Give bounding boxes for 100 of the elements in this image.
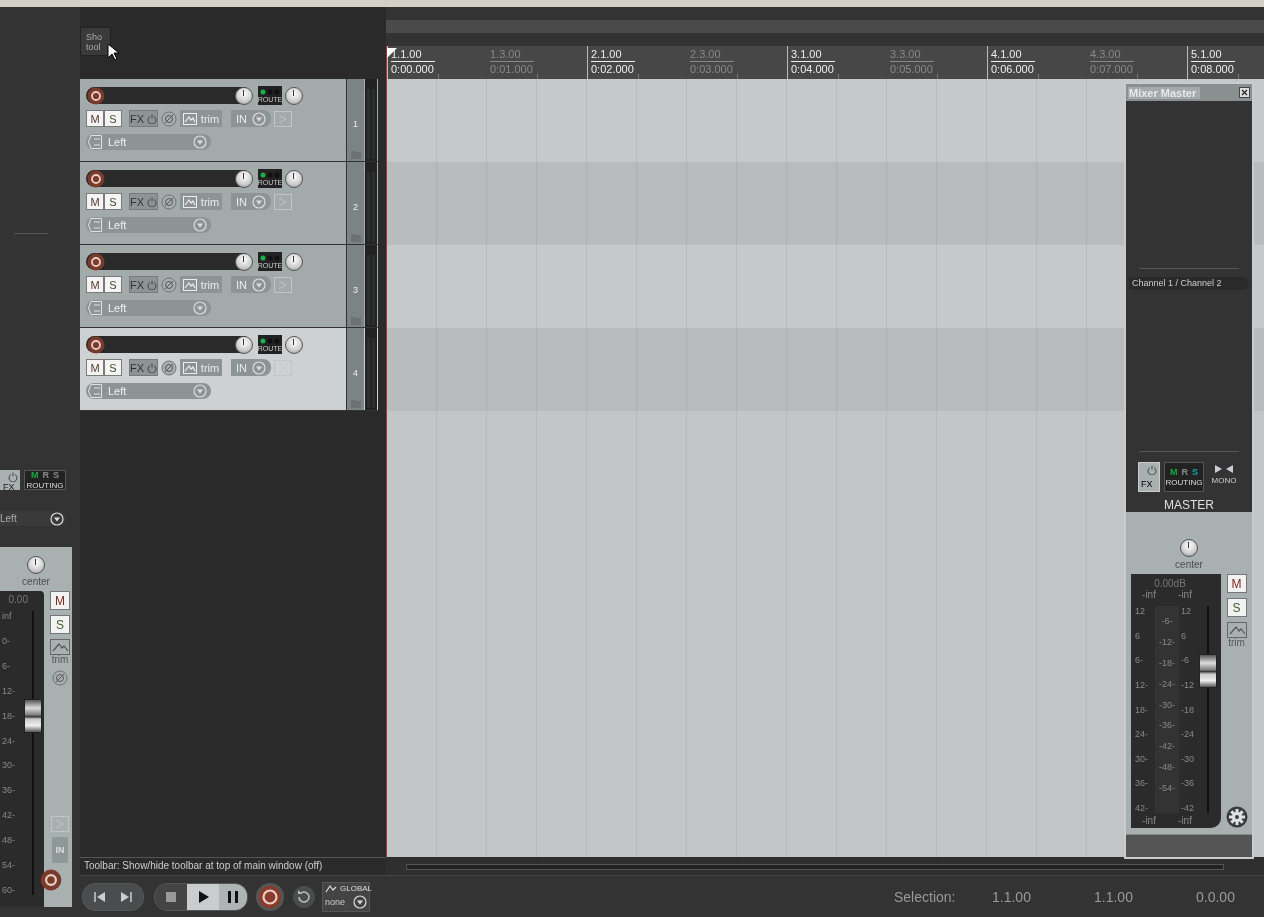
volume-knob[interactable]	[235, 169, 253, 188]
fader-thumb[interactable]	[1199, 654, 1217, 689]
channel-label: Left	[0, 513, 17, 524]
solo-button[interactable]: S	[50, 615, 70, 634]
play-icon[interactable]	[187, 883, 219, 910]
track-name: MASTER	[1164, 498, 1214, 512]
envelope-icon[interactable]	[50, 639, 70, 655]
timeline-ruler[interactable]: 1.1.00 0:00.000 1.3.00 0:01.000 2.1.00 0:02.000 2.3.00 0:03.000 3.1.00 0:04.000 3.3.00 0:05.000 4.1.00 0:06.000 4.3.00 0:07.000 5.1.00 0:08.000	[386, 46, 1264, 79]
mute-button[interactable]: M	[50, 591, 70, 610]
meter-scale-label: -24-	[1159, 678, 1175, 689]
caret-icon	[252, 360, 266, 375]
record-button[interactable]	[254, 881, 286, 912]
envelope-icon	[182, 278, 197, 291]
phase-icon[interactable]	[161, 193, 177, 210]
phase-icon[interactable]	[161, 276, 177, 293]
record-arm-button[interactable]	[40, 869, 62, 891]
caret-icon	[353, 894, 367, 909]
bar-label: 5.1.00	[1191, 48, 1235, 62]
routing-button[interactable]: M R S ROUTING	[24, 470, 66, 490]
tooltip: Sho tool	[80, 27, 111, 56]
stop-icon[interactable]	[155, 883, 187, 910]
power-icon	[1147, 465, 1157, 475]
solo-button[interactable]: S	[1226, 598, 1247, 617]
time-label: 0:01.000	[490, 62, 534, 76]
bar-label: 1.3.00	[490, 48, 534, 62]
channel-field[interactable]: Channel 1 / Channel 2	[1129, 277, 1249, 291]
volume-readout: 0.00	[7, 593, 29, 605]
record-arm-button[interactable]	[87, 86, 105, 105]
record-arm-button[interactable]	[87, 169, 105, 188]
time-label: 0:08.000	[1191, 62, 1235, 76]
phase-icon[interactable]	[161, 110, 177, 127]
marker-lane[interactable]	[386, 20, 1264, 33]
repeat-icon[interactable]	[292, 884, 316, 909]
horizontal-scrollbar[interactable]	[386, 857, 1264, 875]
solo-button[interactable]: S	[104, 359, 122, 376]
automation-mode-box[interactable]: GLOBAL none	[322, 881, 370, 912]
bar-label: 4.3.00	[1090, 48, 1134, 62]
fx-button[interactable]: FX	[1138, 462, 1160, 492]
mute-button[interactable]: M	[86, 359, 104, 376]
solo-button[interactable]: S	[104, 193, 122, 210]
mute-button[interactable]: M	[1226, 574, 1247, 593]
volume-knob[interactable]	[235, 86, 253, 105]
meter-scale-label: -54-	[1159, 783, 1175, 793]
volume-readout: 0.00dB	[1153, 578, 1187, 589]
phase-icon[interactable]	[52, 670, 68, 686]
pan-knob[interactable]	[27, 556, 45, 574]
pan-knob[interactable]	[285, 335, 303, 354]
meter-scale-label: 12-	[2, 685, 16, 696]
time-label: 0:03.000	[690, 62, 734, 76]
mouse-cursor-icon	[107, 43, 119, 61]
record-arm-button[interactable]	[87, 252, 105, 271]
meter-scale-label: 24-	[2, 735, 16, 746]
meter-scale-label: 6	[1181, 630, 1187, 641]
meter-scale-label: -12	[1181, 679, 1195, 690]
routing-button[interactable]: M R S ROUTING	[1164, 462, 1204, 492]
fx-button[interactable]: FX	[129, 276, 158, 293]
envelope-icon[interactable]	[1226, 622, 1247, 638]
track-number: 2	[353, 202, 358, 212]
mute-button[interactable]: M	[86, 276, 104, 293]
pause-icon[interactable]	[219, 883, 247, 910]
pan-knob[interactable]	[285, 169, 303, 188]
record-arm-button[interactable]	[87, 335, 105, 354]
meter-scale-label: 12	[1135, 606, 1146, 616]
fader-thumb[interactable]	[24, 698, 42, 733]
window-title: Mixer Master	[1128, 86, 1201, 99]
route-dots-icon	[260, 88, 280, 95]
fx-button[interactable]: FX	[129, 110, 158, 127]
meter-scale-label: 48-	[2, 835, 16, 846]
route-dots-icon	[260, 337, 280, 344]
gear-icon[interactable]	[1225, 806, 1248, 828]
solo-button[interactable]: S	[104, 110, 122, 127]
global-label: GLOBAL	[340, 884, 372, 894]
bar-label: 3.1.00	[791, 48, 835, 62]
phase-icon[interactable]	[161, 359, 177, 376]
meter-scale-label: -24	[1181, 729, 1195, 740]
solo-button[interactable]: S	[104, 276, 122, 293]
route-dots-icon	[260, 171, 280, 178]
fx-button[interactable]: FX	[129, 193, 158, 210]
pan-knob[interactable]	[285, 86, 303, 105]
close-icon[interactable]	[1239, 87, 1250, 98]
caret-icon	[50, 511, 64, 526]
meter-scale-label: -12-	[1159, 636, 1175, 647]
caret-icon	[193, 134, 207, 149]
volume-knob[interactable]	[235, 252, 253, 271]
fx-button[interactable]: FX	[129, 359, 158, 376]
mute-button[interactable]: M	[86, 110, 104, 127]
channel-dropdown[interactable]: Left	[0, 511, 66, 526]
caret-icon	[193, 383, 207, 398]
input-fx-icon	[88, 383, 102, 398]
meter-scale-label: 18-	[2, 710, 16, 721]
pan-knob[interactable]	[1180, 539, 1198, 557]
envelope-icon	[182, 195, 197, 208]
meter-scale-label: -48-	[1159, 762, 1175, 773]
fx-button[interactable]: FX	[0, 470, 20, 490]
pan-knob[interactable]	[285, 252, 303, 271]
selection-value: 1.1.00	[992, 888, 1032, 905]
volume-knob[interactable]	[235, 335, 253, 354]
mute-button[interactable]: M	[86, 193, 104, 210]
automation-mode-label: none	[325, 896, 347, 907]
power-icon	[147, 113, 158, 124]
